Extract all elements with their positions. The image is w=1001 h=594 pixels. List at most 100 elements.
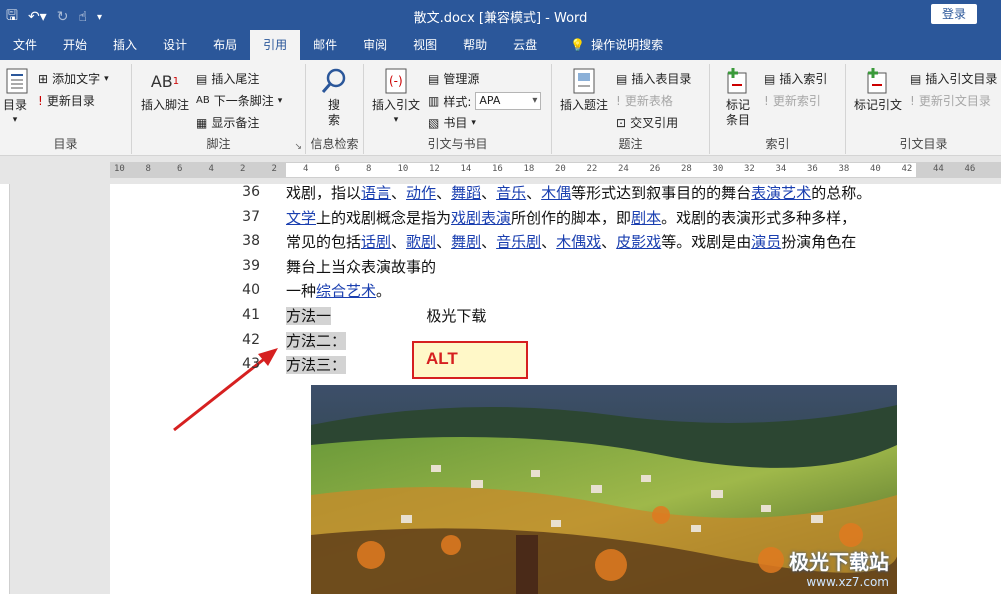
hyperlink[interactable]: 剧本 xyxy=(631,209,661,227)
hyperlink[interactable]: 皮影戏 xyxy=(616,233,661,251)
ruler-number: 38 xyxy=(838,164,850,174)
tab-7[interactable]: 审阅 xyxy=(350,30,400,60)
hyperlink[interactable]: 木偶戏 xyxy=(556,233,601,251)
text-run: 扮演角色在 xyxy=(781,233,857,252)
group-label-footnotes: 脚注 xyxy=(206,137,231,151)
ruler-number: 16 xyxy=(492,164,503,174)
document-line[interactable]: 一种综合艺术。 xyxy=(286,280,391,301)
insert-index-button[interactable]: ▤ 插入索引 xyxy=(764,70,827,87)
tab-1[interactable]: 开始 xyxy=(50,30,100,60)
ruler-number: 14 xyxy=(460,164,472,174)
cross-reference-button[interactable]: ⊡ 交叉引用 xyxy=(616,114,678,131)
hyperlink[interactable]: 舞剧 xyxy=(451,233,481,251)
hyperlink[interactable]: 歌剧 xyxy=(406,233,436,251)
tab-8[interactable]: 视图 xyxy=(400,30,450,60)
update-toa-button[interactable]: ! 更新引文目录 xyxy=(910,92,991,109)
document-line[interactable]: 方法二： xyxy=(286,330,347,351)
hyperlink[interactable]: 演员 xyxy=(751,233,781,251)
ruler-left-margin xyxy=(110,163,286,177)
ruler-number: 34 xyxy=(775,164,787,174)
insert-caption-button[interactable]: 插入题注 xyxy=(558,66,610,113)
table-figures-icon: ▤ xyxy=(616,71,628,86)
hyperlink[interactable]: 木偶 xyxy=(541,184,571,202)
tell-me-search[interactable]: 💡 操作说明搜索 xyxy=(550,30,676,60)
tab-3[interactable]: 设计 xyxy=(150,30,200,60)
text-run: 、 xyxy=(436,233,452,252)
insert-caption-label: 插入题注 xyxy=(559,98,608,112)
mark-citation-button[interactable]: 标记引文 xyxy=(852,66,904,113)
tab-5[interactable]: 引用 xyxy=(250,30,301,60)
hyperlink[interactable]: 综合艺术 xyxy=(316,282,376,300)
update-index-label: 更新索引 xyxy=(772,94,821,108)
ribbon-references: 目录 ▾ ⊞ 添加文字 ▾ ! 更新目录 目录 AB 1 插入脚注 ▤ 插入尾注 AB 下一条… xyxy=(0,60,1001,156)
endnote-icon: ▤ xyxy=(196,71,208,86)
tab-6[interactable]: 邮件 xyxy=(300,30,350,60)
ruler-number: 10 xyxy=(114,164,125,174)
insert-footnote-button[interactable]: AB 1 插入脚注 xyxy=(140,66,190,113)
search-button[interactable]: 搜 索 xyxy=(316,66,352,128)
tab-0[interactable]: 文件 xyxy=(0,30,50,60)
tab-10[interactable]: 云盘 xyxy=(500,30,550,60)
style-selector[interactable]: ▥ 样式: APA xyxy=(428,92,542,110)
insert-endnote-button[interactable]: ▤ 插入尾注 xyxy=(196,70,259,87)
manage-sources-button[interactable]: ▤ 管理源 xyxy=(428,70,479,87)
group-footnotes: AB 1 插入脚注 ▤ 插入尾注 AB 下一条脚注 ▾ ▦ 显示备注 脚注 ↘ xyxy=(132,64,306,154)
caption-icon xyxy=(569,66,599,96)
ruler-bar[interactable]: 10 8 6 4 2 2 4 6 8 10 12 14 16 18 20 22 24 26 28 30 32 34 36 38… xyxy=(110,162,1001,178)
ribbon-tabs: 文件 开始 插入 设计 布局 引用 邮件 审阅 视图 帮助 云盘 💡 操作说明搜索 xyxy=(0,30,1001,60)
hyperlink[interactable]: 语言 xyxy=(361,184,391,202)
update-toc-button[interactable]: ! 更新目录 xyxy=(38,92,95,109)
insert-toa-button[interactable]: ▤ 插入引文目录 xyxy=(910,70,997,87)
group-index: 标记 条目 ▤ 插入索引 ! 更新索引 索引 xyxy=(710,64,846,154)
ruler-number: 40 xyxy=(870,164,881,174)
insert-citation-button[interactable]: (-) 插入引文 ▾ xyxy=(370,66,422,128)
dialog-launcher-icon[interactable]: ↘ xyxy=(294,142,302,152)
document-line[interactable]: 戏剧，指以语言、动作、舞蹈、音乐、木偶等形式达到叙事目的的舞台表演艺术的总称。 xyxy=(286,184,871,203)
style-select[interactable]: APA xyxy=(475,92,542,110)
hyperlink[interactable]: 表演艺术 xyxy=(751,184,811,202)
toc-button[interactable]: 目录 ▾ xyxy=(2,66,28,128)
hyperlink[interactable]: 音乐 xyxy=(496,184,526,202)
login-button[interactable]: 登录 xyxy=(931,4,977,24)
mark-entry-button[interactable]: 标记 条目 xyxy=(716,66,760,128)
update-index-button[interactable]: ! 更新索引 xyxy=(764,92,821,109)
hyperlink[interactable]: 动作 xyxy=(406,184,436,202)
insert-table-figures-button[interactable]: ▤ 插入表目录 xyxy=(616,70,691,87)
bibliography-button[interactable]: ▧ 书目 ▾ xyxy=(428,114,476,131)
ruler-number: 26 xyxy=(649,164,661,174)
document-line[interactable]: 方法三： xyxy=(286,354,347,375)
update-table-button[interactable]: ! 更新表格 xyxy=(616,92,673,109)
group-toc: 目录 ▾ ⊞ 添加文字 ▾ ! 更新目录 目录 xyxy=(0,64,132,154)
hyperlink[interactable]: 话剧 xyxy=(361,233,391,251)
ruler-number: 46 xyxy=(964,164,976,174)
footnote-icon: AB 1 xyxy=(150,71,180,91)
document-page[interactable]: ALT 极光下载站 www.xz7.com 36 戏剧，指以语言、动作、舞蹈、音… xyxy=(110,184,1001,594)
bibliography-icon: ▧ xyxy=(428,115,440,130)
hyperlink[interactable]: 戏剧表演 xyxy=(451,209,511,227)
mark-entry-label: 标记 条目 xyxy=(725,98,750,127)
document-line[interactable]: 方法一 极光下载 xyxy=(286,305,486,326)
group-authorities: 标记引文 ▤ 插入引文目录 ! 更新引文目录 引文目录 xyxy=(846,64,1001,154)
show-notes-button[interactable]: ▦ 显示备注 xyxy=(196,114,259,131)
hyperlink[interactable]: 舞蹈 xyxy=(451,184,481,202)
document-line[interactable]: 舞台上当众表演故事的 xyxy=(286,256,436,277)
next-footnote-label: 下一条脚注 xyxy=(213,94,274,108)
tab-2[interactable]: 插入 xyxy=(100,30,150,60)
document-line[interactable]: 常见的包括话剧、歌剧、舞剧、音乐剧、木偶戏、皮影戏等。戏剧是由演员扮演角色在 xyxy=(286,231,856,252)
document-line[interactable]: 文学上的戏剧概念是指为戏剧表演所创作的脚本，即剧本。戏剧的表演形式多种多样， xyxy=(286,207,856,228)
watermark-brand: 极光下载站 xyxy=(789,550,889,574)
tab-9[interactable]: 帮助 xyxy=(450,30,500,60)
cross-reference-icon: ⊡ xyxy=(616,115,627,130)
add-text-button[interactable]: ⊞ 添加文字 ▾ xyxy=(38,70,109,87)
landscape-photo[interactable]: 极光下载站 www.xz7.com xyxy=(311,385,897,594)
add-text-label: 添加文字 xyxy=(52,72,101,86)
hyperlink[interactable]: 音乐剧 xyxy=(496,233,541,251)
insert-toa-label: 插入引文目录 xyxy=(925,72,998,86)
text-run: 、 xyxy=(391,233,407,252)
toc-icon xyxy=(2,66,32,96)
next-footnote-button[interactable]: AB 下一条脚注 ▾ xyxy=(196,92,282,109)
line-number: 39 xyxy=(242,257,260,274)
hyperlink[interactable]: 文学 xyxy=(286,209,316,227)
insert-index-label: 插入索引 xyxy=(779,72,828,86)
tab-4[interactable]: 布局 xyxy=(200,30,250,60)
